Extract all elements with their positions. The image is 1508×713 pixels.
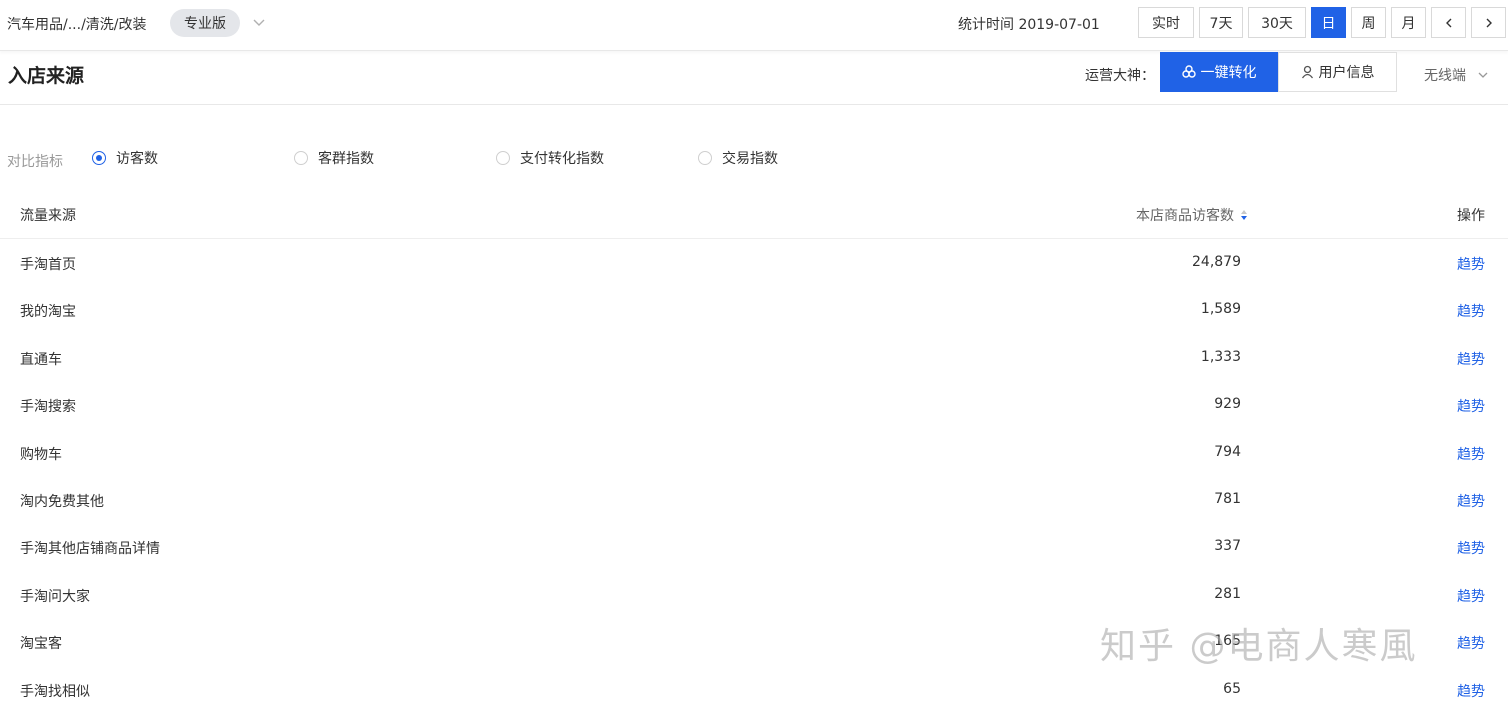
period-week-button[interactable]: 周 [1351, 7, 1386, 38]
radio-circle [698, 151, 712, 165]
page-title: 入店来源 [8, 65, 85, 87]
device-select[interactable]: 无线端 [1424, 65, 1490, 85]
trend-link[interactable]: 趋势 [1457, 254, 1485, 274]
trend-link[interactable]: 趋势 [1457, 586, 1485, 606]
radio-customer-index[interactable]: 客群指数 [294, 148, 374, 168]
row-visitors: 794 [1214, 443, 1241, 460]
row-visitors: 1,333 [1200, 348, 1241, 365]
header-source: 流量来源 [20, 208, 76, 224]
header-visitors-label: 本店商品访客数 [1136, 208, 1234, 224]
chevron-down-icon[interactable] [250, 13, 268, 31]
flower-icon [1181, 65, 1196, 78]
row-source: 手淘问大家 [20, 588, 90, 605]
chevron-down-icon [1478, 72, 1488, 78]
period-realtime-button[interactable]: 实时 [1138, 7, 1194, 38]
table-row: 手淘搜索 929 趋势 [0, 381, 1508, 428]
radio-circle [496, 151, 510, 165]
radio-visitors[interactable]: 访客数 [92, 148, 158, 168]
period-30d-button[interactable]: 30天 [1248, 7, 1306, 38]
row-visitors: 165 [1214, 633, 1241, 650]
table-row: 手淘问大家 281 趋势 [0, 571, 1508, 618]
table-row: 淘内免费其他 781 趋势 [0, 476, 1508, 523]
header-visitors[interactable]: 本店商品访客数 [1136, 205, 1248, 225]
radio-label: 客群指数 [318, 151, 374, 167]
table-row: 手淘首页 24,879 趋势 [0, 239, 1508, 286]
edition-badge[interactable]: 专业版 [170, 9, 240, 37]
top-bar: 汽车用品/.../清洗/改装 专业版 统计时间 2019-07-01 实时 7天… [0, 0, 1508, 51]
section-header: 入店来源 运营大神： 一键转化 用户信息 无线端 [0, 51, 1508, 105]
convert-button-label: 一键转化 [1200, 64, 1257, 80]
period-7d-button[interactable]: 7天 [1199, 7, 1243, 38]
row-source: 购物车 [20, 446, 62, 463]
row-visitors: 1,589 [1200, 301, 1241, 318]
row-source: 直通车 [20, 351, 62, 368]
row-source: 手淘首页 [20, 257, 76, 273]
row-source: 我的淘宝 [20, 304, 76, 321]
trend-link[interactable]: 趋势 [1457, 681, 1485, 701]
ops-label: 运营大神： [1085, 68, 1155, 84]
prev-period-button[interactable] [1431, 7, 1466, 38]
radio-trade-index[interactable]: 交易指数 [698, 148, 778, 168]
row-visitors: 24,879 [1192, 254, 1241, 270]
row-source: 手淘找相似 [20, 683, 90, 700]
period-selector: 实时 7天 30天 日 周 月 [1138, 7, 1506, 38]
table-row: 手淘其他店铺商品详情 337 趋势 [0, 523, 1508, 570]
radio-circle [92, 151, 106, 165]
table-row: 淘宝客 165 趋势 [0, 618, 1508, 665]
next-period-button[interactable] [1471, 7, 1506, 38]
chevron-left-icon [1445, 18, 1451, 27]
row-visitors: 337 [1214, 538, 1241, 555]
compare-metrics: 对比指标 访客数 客群指数 支付转化指数 交易指数 [0, 148, 900, 172]
stat-time: 统计时间 2019-07-01 [958, 17, 1100, 33]
traffic-source-table: 流量来源 本店商品访客数 操作 手淘首页 24,879 趋势 我的淘宝 1,589 趋势直… [0, 190, 1508, 713]
category-breadcrumb[interactable]: 汽车用品/.../清洗/改装 [7, 14, 147, 34]
sort-icon[interactable] [1240, 209, 1248, 221]
period-month-button[interactable]: 月 [1391, 7, 1426, 38]
trend-link[interactable]: 趋势 [1457, 633, 1485, 653]
chevron-right-icon [1486, 18, 1492, 27]
one-click-convert-button[interactable]: 一键转化 [1160, 52, 1278, 92]
radio-label: 交易指数 [722, 151, 778, 167]
row-visitors: 781 [1214, 490, 1241, 507]
trend-link[interactable]: 趋势 [1457, 444, 1485, 464]
row-visitors: 929 [1214, 396, 1241, 413]
radio-label: 支付转化指数 [520, 151, 604, 167]
radio-label: 访客数 [116, 151, 158, 167]
trend-link[interactable]: 趋势 [1457, 301, 1485, 321]
row-source: 手淘其他店铺商品详情 [20, 541, 160, 558]
trend-link[interactable]: 趋势 [1457, 491, 1485, 511]
trend-link[interactable]: 趋势 [1457, 538, 1485, 558]
table-row: 我的淘宝 1,589 趋势 [0, 286, 1508, 333]
header-action: 操作 [1457, 208, 1485, 224]
user-info-button[interactable]: 用户信息 [1278, 52, 1397, 92]
row-visitors: 65 [1223, 680, 1241, 697]
table-body: 手淘首页 24,879 趋势 我的淘宝 1,589 趋势 直通车 1,333 趋势 手淘搜索 929… [0, 239, 1508, 713]
user-icon [1301, 65, 1313, 79]
user-info-label: 用户信息 [1318, 64, 1375, 80]
table-row: 直通车 1,333 趋势 [0, 334, 1508, 381]
table-row: 购物车 794 趋势 [0, 429, 1508, 476]
device-select-value: 无线端 [1424, 68, 1466, 84]
trend-link[interactable]: 趋势 [1457, 396, 1485, 416]
row-source: 手淘搜索 [20, 399, 76, 416]
row-visitors: 281 [1214, 585, 1241, 602]
row-source: 淘内免费其他 [20, 493, 104, 510]
radio-circle [294, 151, 308, 165]
table-header: 流量来源 本店商品访客数 操作 [0, 190, 1508, 239]
trend-link[interactable]: 趋势 [1457, 349, 1485, 369]
row-source: 淘宝客 [20, 636, 62, 653]
compare-label: 对比指标 [7, 154, 63, 170]
period-day-button[interactable]: 日 [1311, 7, 1346, 38]
radio-pay-conversion-index[interactable]: 支付转化指数 [496, 148, 604, 168]
